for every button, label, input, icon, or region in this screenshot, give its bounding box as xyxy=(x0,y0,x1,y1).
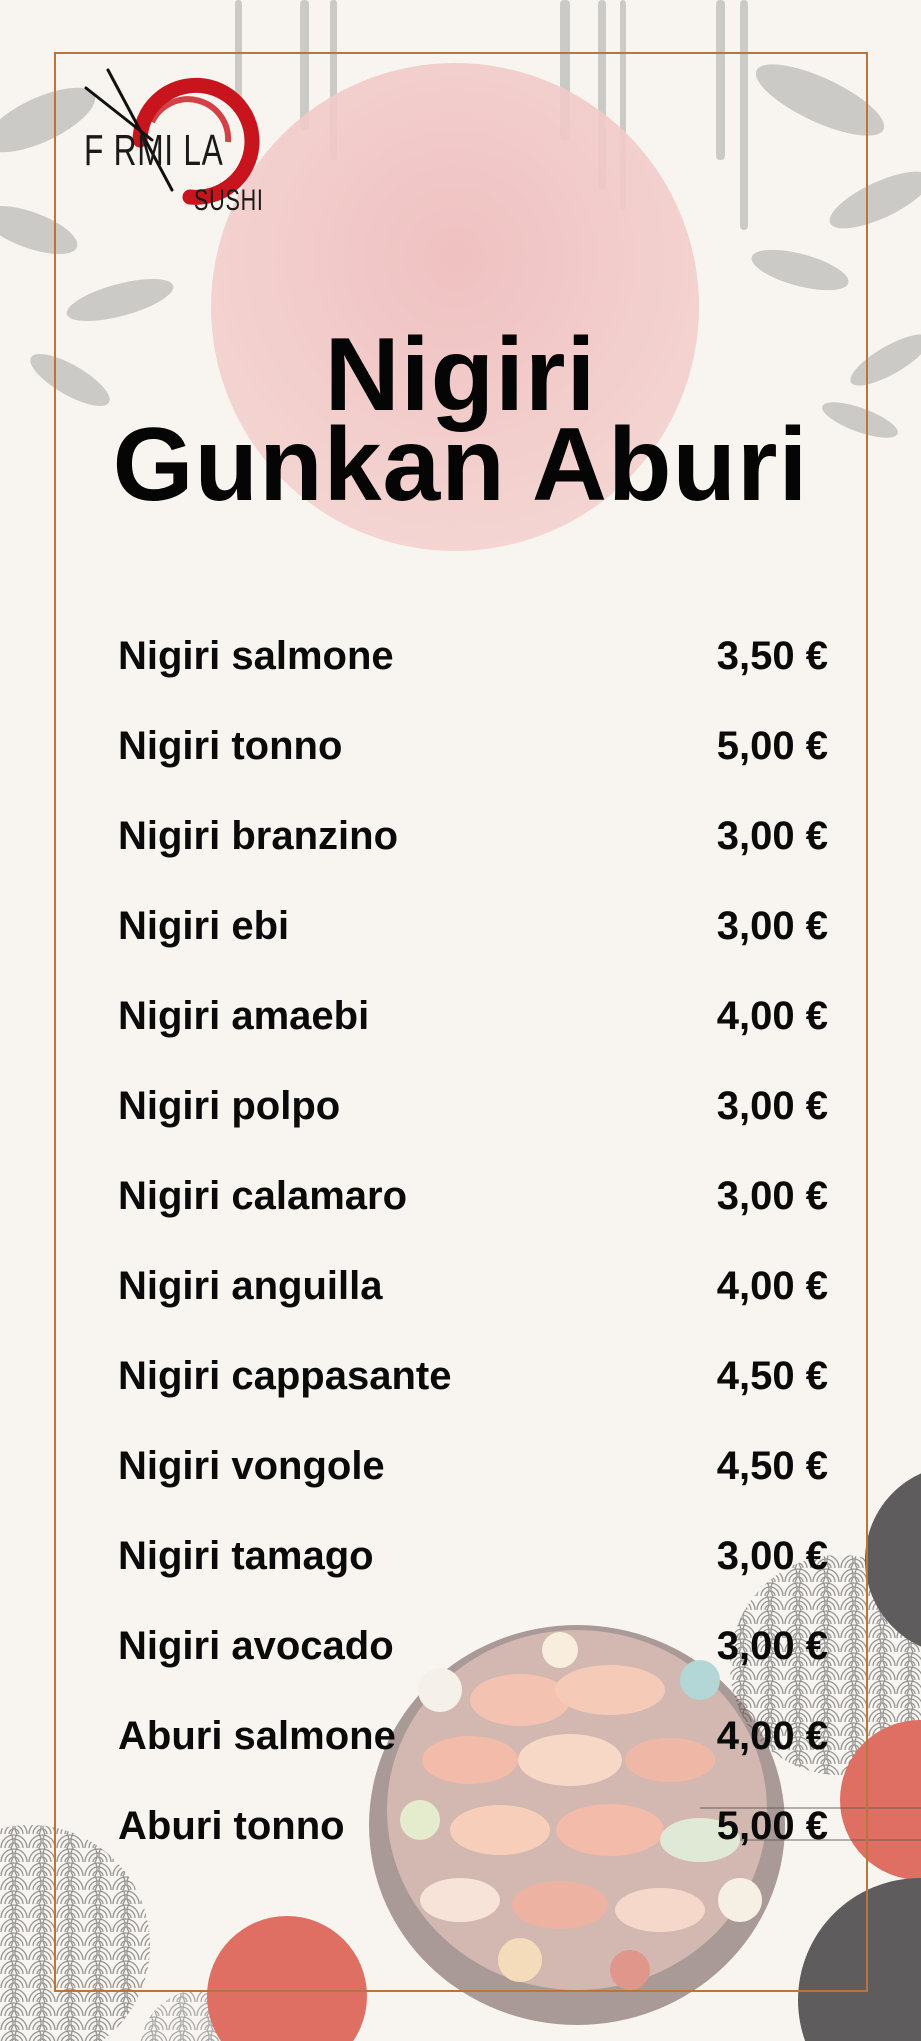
menu-item: Aburi salmone 4,00 € xyxy=(118,1714,828,1774)
menu-item-name: Nigiri anguilla xyxy=(118,1264,383,1308)
menu-item-price: 3,00 € xyxy=(716,1534,828,1578)
menu-item-name: Nigiri polpo xyxy=(118,1084,341,1128)
menu-item-price: 5,00 € xyxy=(716,1804,828,1848)
menu-item: Nigiri anguilla 4,00 € xyxy=(118,1264,828,1324)
logo-sub-name: SUSHI xyxy=(194,184,264,217)
menu-item-price: 4,00 € xyxy=(716,994,828,1038)
menu-item-price: 3,00 € xyxy=(716,1084,828,1128)
menu-item-name: Nigiri avocado xyxy=(118,1624,394,1668)
menu-item: Nigiri vongole 4,50 € xyxy=(118,1444,828,1504)
menu-item: Nigiri amaebi 4,00 € xyxy=(118,994,828,1054)
menu-item-price: 3,00 € xyxy=(716,1174,828,1218)
menu-item: Aburi tonno 5,00 € xyxy=(118,1804,828,1864)
menu-item: Nigiri branzino 3,00 € xyxy=(118,814,828,874)
menu-item: Nigiri avocado 3,00 € xyxy=(118,1624,828,1684)
menu-item: Nigiri tamago 3,00 € xyxy=(118,1534,828,1594)
logo-brand-name: F RMI LA xyxy=(84,126,224,175)
menu-item: Nigiri cappasante 4,50 € xyxy=(118,1354,828,1414)
menu-item-price: 3,00 € xyxy=(716,1624,828,1668)
menu-item-price: 4,00 € xyxy=(716,1714,828,1758)
menu-item: Nigiri ebi 3,00 € xyxy=(118,904,828,964)
menu-item: Nigiri salmone 3,50 € xyxy=(118,634,828,694)
menu-item-name: Nigiri tamago xyxy=(118,1534,374,1578)
menu-item-price: 4,50 € xyxy=(716,1354,828,1398)
menu-item-name: Nigiri branzino xyxy=(118,814,398,858)
menu-item-name: Nigiri ebi xyxy=(118,904,290,948)
menu-item-name: Nigiri cappasante xyxy=(118,1354,452,1398)
menu-item-name: Nigiri salmone xyxy=(118,634,394,678)
menu-item-price: 3,00 € xyxy=(716,904,828,948)
menu-item-name: Nigiri calamaro xyxy=(118,1174,408,1218)
menu-item-name: Aburi salmone xyxy=(118,1714,396,1758)
brand-logo: F RMI LA SUSHI xyxy=(80,62,300,232)
menu-item-price: 5,00 € xyxy=(716,724,828,768)
menu-item: Nigiri polpo 3,00 € xyxy=(118,1084,828,1144)
menu-item: Nigiri tonno 5,00 € xyxy=(118,724,828,784)
menu-item-name: Nigiri tonno xyxy=(118,724,343,768)
menu-item-name: Aburi tonno xyxy=(118,1804,345,1848)
menu-item-price: 4,00 € xyxy=(716,1264,828,1308)
menu-item-name: Nigiri vongole xyxy=(118,1444,385,1488)
menu-item-price: 3,00 € xyxy=(716,814,828,858)
menu-item: Nigiri calamaro 3,00 € xyxy=(118,1174,828,1234)
page-title-line-2: Gunkan Aburi xyxy=(112,407,809,523)
menu-item-price: 4,50 € xyxy=(716,1444,828,1488)
menu-item-name: Nigiri amaebi xyxy=(118,994,370,1038)
menu-item-price: 3,50 € xyxy=(716,634,828,678)
